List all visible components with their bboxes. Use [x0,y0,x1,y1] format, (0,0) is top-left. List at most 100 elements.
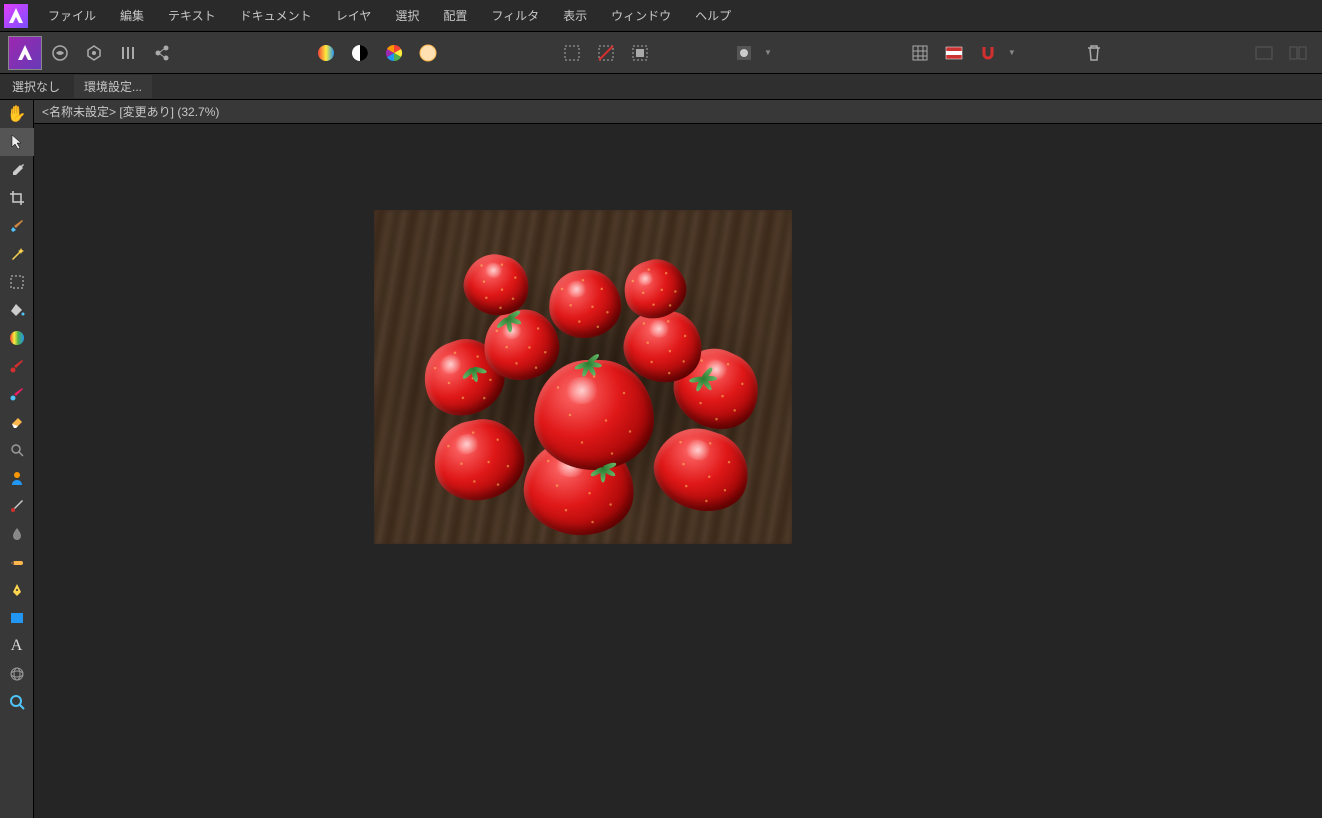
menu-arrange[interactable]: 配置 [433,3,477,28]
blur-tool[interactable] [0,520,34,548]
deselect-button[interactable] [590,37,622,69]
preferences-button[interactable]: 環境設定... [74,75,152,98]
menu-help[interactable]: ヘルプ [685,3,741,28]
canvas-image [374,210,792,544]
text-tool[interactable]: A [0,632,34,660]
guides-icon [945,46,963,60]
menu-text[interactable]: テキスト [158,3,226,28]
marquee-tool[interactable] [0,268,34,296]
paintbrush-icon [9,358,25,374]
menu-view[interactable]: 表示 [553,3,597,28]
rectangle-icon [9,610,25,626]
hand-tool[interactable]: ✋ [0,100,34,128]
chevron-down-icon: ▼ [764,48,772,57]
canvas-area: <名称未設定> [変更あり] (32.7%) [34,100,1322,818]
photo-persona-button[interactable] [8,36,42,70]
magnifier-small-icon [9,442,25,458]
crop-icon [9,190,25,206]
zoom-detail-tool[interactable] [0,436,34,464]
menu-file[interactable]: ファイル [38,3,106,28]
move-tool[interactable] [0,128,34,156]
invert-select-icon [631,44,649,62]
magnifier-icon [9,694,25,710]
menu-select[interactable]: 選択 [385,3,429,28]
tools-panel: ✋ A [0,100,34,818]
view-mode-group [1248,37,1314,69]
snap-group: ▼ [904,37,1016,69]
menu-edit[interactable]: 編集 [110,3,154,28]
grid-button[interactable] [904,37,936,69]
snap-button[interactable] [972,37,1004,69]
redeye-tool[interactable] [0,492,34,520]
auto-wb-button[interactable] [412,37,444,69]
trash-icon [1086,44,1102,62]
mesh-icon [9,666,25,682]
color-picker-tool[interactable] [0,156,34,184]
document-tab-label: <名称未設定> [変更あり] (32.7%) [42,103,219,120]
menu-bar: ファイル 編集 テキスト ドキュメント レイヤ 選択 配置 フィルタ 表示 ウィ… [0,0,1322,32]
auto-contrast-icon [350,43,370,63]
gradient-tool[interactable] [0,324,34,352]
auto-levels-button[interactable] [310,37,342,69]
app-logo-icon [4,4,28,28]
invert-select-button[interactable] [624,37,656,69]
deselect-icon [597,44,615,62]
portrait-tool[interactable] [0,464,34,492]
eraser-tool[interactable] [0,408,34,436]
guides-button[interactable] [938,37,970,69]
liquify-persona-button[interactable] [44,37,76,69]
menu-window[interactable]: ウィンドウ [601,3,681,28]
gradient-icon [9,330,25,346]
grid-icon [911,44,929,62]
paint-brush-tool[interactable] [0,352,34,380]
text-icon: A [11,637,23,655]
persona-group [8,36,178,70]
eraser-icon [9,414,25,430]
auto-colors-icon [384,43,404,63]
view-split-button[interactable] [1282,37,1314,69]
hand-icon: ✋ [7,104,27,124]
marquee-select-icon [563,44,581,62]
person-icon [9,470,25,486]
redeye-icon [9,498,25,514]
mesh-tool[interactable] [0,660,34,688]
canvas-viewport[interactable] [34,124,1322,818]
auto-colors-button[interactable] [378,37,410,69]
tone-map-persona-button[interactable] [112,37,144,69]
dodge-tool[interactable] [0,548,34,576]
trash-button[interactable] [1078,37,1110,69]
zoom-tool[interactable] [0,688,34,716]
droplet-icon [9,526,25,542]
develop-persona-button[interactable] [78,37,110,69]
menu-document[interactable]: ドキュメント [230,3,322,28]
marquee-select-button[interactable] [556,37,588,69]
eyedropper-icon [9,162,25,178]
auto-adjust-group [310,37,444,69]
marquee-icon [9,274,25,290]
auto-levels-icon [316,43,336,63]
pen-icon [9,582,25,598]
auto-contrast-button[interactable] [344,37,376,69]
document-tab[interactable]: <名称未設定> [変更あり] (32.7%) [34,100,1322,124]
pen-tool[interactable] [0,576,34,604]
selection-ops-group [556,37,656,69]
rectangle-tool[interactable] [0,604,34,632]
selection-status-label: 選択なし [6,76,66,97]
view-single-button[interactable] [1248,37,1280,69]
mixer-brush-tool[interactable] [0,380,34,408]
auto-wb-icon [418,43,438,63]
sparkle-icon [9,246,25,262]
flood-fill-tool[interactable] [0,296,34,324]
quick-mask-group: ▼ [728,37,772,69]
brush-tool[interactable] [0,212,34,240]
quick-mask-button[interactable] [728,37,760,69]
context-toolbar: 選択なし 環境設定... [0,74,1322,100]
menu-filter[interactable]: フィルタ [481,3,549,28]
crop-tool[interactable] [0,184,34,212]
mixer-brush-icon [9,386,25,402]
magic-wand-tool[interactable] [0,240,34,268]
menu-layer[interactable]: レイヤ [326,3,382,28]
quick-mask-icon [735,44,753,62]
export-persona-button[interactable] [146,37,178,69]
snap-icon [979,44,997,62]
